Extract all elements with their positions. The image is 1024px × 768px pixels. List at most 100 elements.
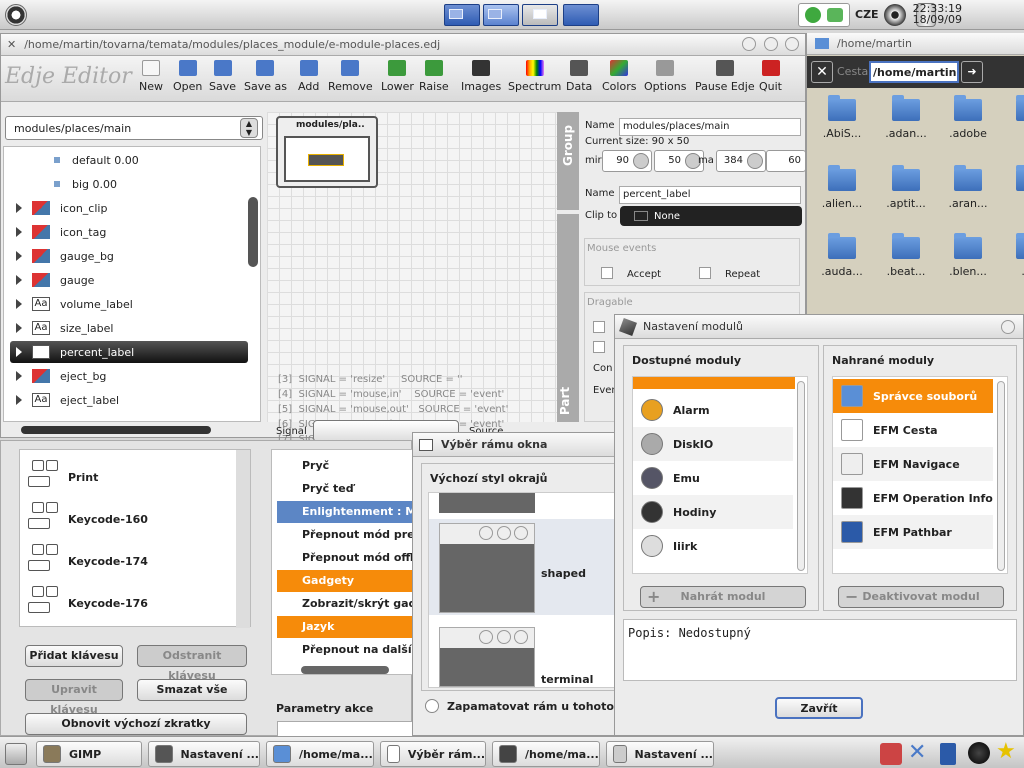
key-binding-row[interactable]: Print xyxy=(24,456,236,498)
tree-row[interactable]: Aa eject_label xyxy=(10,389,248,411)
loaded-module-row[interactable]: EFM Navigace xyxy=(833,447,993,481)
go-arrow-icon[interactable]: ➜ xyxy=(961,61,983,83)
tree-row[interactable]: gauge_bg xyxy=(10,245,248,267)
toolbar-save-button[interactable]: Save xyxy=(209,60,236,93)
action-item[interactable]: Jazyk xyxy=(277,616,413,638)
repeat-checkbox[interactable] xyxy=(699,267,711,279)
action-item[interactable]: Přepnout mód preze xyxy=(277,524,413,546)
loaded-scrollbar[interactable] xyxy=(997,381,1005,571)
toolbar-new-button[interactable]: New xyxy=(139,60,163,93)
chat-icon[interactable] xyxy=(827,8,843,22)
available-module-row[interactable]: DiskIO xyxy=(633,427,793,461)
unload-module-button[interactable]: − Deaktivovat modul xyxy=(838,586,1004,608)
folder-item[interactable]: .auda... xyxy=(811,233,873,278)
tree-row[interactable]: Aa percent_label xyxy=(10,341,248,363)
keyboard-lang[interactable]: CZE xyxy=(855,8,879,21)
pager-desk-1[interactable] xyxy=(444,4,480,26)
tree-row[interactable]: eject_bg xyxy=(10,365,248,387)
taskbar-item[interactable]: Výběr rám... xyxy=(380,741,486,767)
expand-arrow-icon[interactable] xyxy=(16,203,22,213)
load-module-button[interactable]: + Nahrát modul xyxy=(640,586,806,608)
toolbar-lower-button[interactable]: Lower xyxy=(381,60,414,93)
folder-item[interactable]: .a xyxy=(999,95,1024,140)
add-key-button[interactable]: Přidat klávesu xyxy=(25,645,123,667)
tree-row[interactable]: gauge xyxy=(10,269,248,291)
remove-key-button[interactable]: Odstranit klávesu xyxy=(137,645,247,682)
loaded-module-row[interactable]: EFM Operation Info xyxy=(833,481,993,515)
close-button[interactable]: Zavřít xyxy=(775,697,863,719)
network-icon[interactable] xyxy=(805,7,821,23)
tree-scrollbar[interactable] xyxy=(248,197,258,267)
loaded-module-row[interactable]: Správce souborů xyxy=(833,379,993,413)
taskbar-item[interactable]: Nastavení ... xyxy=(148,741,260,767)
design-canvas[interactable]: modules/pla.. [3] SIGNAL = 'resize' SOUR… xyxy=(267,112,557,445)
toolbar-raise-button[interactable]: Raise xyxy=(419,60,449,93)
expand-arrow-icon[interactable] xyxy=(16,323,22,333)
pager-desk-3[interactable] xyxy=(522,4,558,26)
group-name-field[interactable]: modules/places/main xyxy=(619,118,801,136)
folder-item[interactable]: .alien... xyxy=(811,165,873,210)
edje-titlebar[interactable]: ✕ /home/martin/tovarna/temata/modules/pl… xyxy=(1,34,805,56)
group-select[interactable]: modules/places/main ▲ ▼ xyxy=(5,116,263,140)
toolbar-pause-edje-button[interactable]: Pause Edje xyxy=(695,60,755,93)
params-field[interactable] xyxy=(277,721,413,737)
available-module-row[interactable]: Alarm xyxy=(633,393,793,427)
clip-to-select[interactable]: None xyxy=(620,206,802,226)
taskbar-item[interactable]: /home/ma... xyxy=(492,741,600,767)
folder-item[interactable]: .adan... xyxy=(875,95,937,140)
expand-arrow-icon[interactable] xyxy=(16,275,22,285)
available-module-row[interactable]: Iiirk xyxy=(633,529,793,563)
mixer-icon[interactable] xyxy=(884,4,906,26)
drag-y-checkbox[interactable] xyxy=(593,341,605,353)
key-binding-row[interactable]: Keycode-176 xyxy=(24,582,236,624)
folder-item[interactable]: .aptit... xyxy=(875,165,937,210)
close-icon[interactable]: ✕ xyxy=(7,38,16,51)
taskbar-menu-icon[interactable] xyxy=(5,743,27,765)
toolbar-spectrum-button[interactable]: Spectrum xyxy=(508,60,561,93)
pager-desk-4[interactable] xyxy=(563,4,599,26)
drag-x-checkbox[interactable] xyxy=(593,321,605,333)
toolbar-colors-button[interactable]: Colors xyxy=(602,60,636,93)
expand-arrow-icon[interactable] xyxy=(16,227,22,237)
toolbar-options-button[interactable]: Options xyxy=(644,60,686,93)
tray-computer-icon[interactable] xyxy=(880,743,902,765)
max-w-spinner[interactable]: 384 xyxy=(716,150,766,172)
toolbar-open-button[interactable]: Open xyxy=(173,60,202,93)
close-button[interactable] xyxy=(785,37,799,51)
taskbar-item[interactable]: /home/ma... xyxy=(266,741,374,767)
action-item[interactable]: Přepnout mód offlin xyxy=(277,547,413,569)
folder-item[interactable]: .beat... xyxy=(875,233,937,278)
tree-row[interactable]: Aa size_label xyxy=(10,317,248,339)
pager-desk-2[interactable] xyxy=(483,4,519,26)
restore-defaults-button[interactable]: Obnovit výchozí zkratky xyxy=(25,713,247,735)
tree-row[interactable]: icon_clip xyxy=(10,197,248,219)
fm-titlebar[interactable]: /home/martin xyxy=(807,33,1024,55)
minimize-button[interactable] xyxy=(742,37,756,51)
folder-item[interactable]: .adobe xyxy=(937,95,999,140)
tree-row[interactable]: big 0.00 xyxy=(10,173,248,195)
tree-row[interactable]: Aa volume_label xyxy=(10,293,248,315)
loaded-module-row[interactable]: EFM Cesta xyxy=(833,413,993,447)
group-tab[interactable]: Group xyxy=(557,112,579,210)
toolbar-remove-button[interactable]: Remove xyxy=(328,60,373,93)
action-item[interactable]: Pryč xyxy=(277,455,413,477)
toolbar-save-as-button[interactable]: Save as xyxy=(244,60,287,93)
tray-sphere-icon[interactable] xyxy=(968,742,990,764)
expand-arrow-icon[interactable] xyxy=(16,251,22,261)
available-module-row[interactable]: Hodiny xyxy=(633,495,793,529)
toolbar-quit-button[interactable]: Quit xyxy=(759,60,782,93)
toolbar-data-button[interactable]: Data xyxy=(566,60,592,93)
folder-item[interactable]: .blen... xyxy=(937,233,999,278)
accept-checkbox[interactable] xyxy=(601,267,613,279)
folder-item[interactable]: .aran... xyxy=(937,165,999,210)
fm-close-icon[interactable]: ✕ xyxy=(811,61,833,83)
folder-item[interactable]: .b xyxy=(999,165,1024,210)
action-item[interactable]: Gadgety xyxy=(277,570,413,592)
taskbar-item[interactable]: Nastavení ... xyxy=(606,741,714,767)
key-binding-row[interactable]: Keycode-174 xyxy=(24,540,236,582)
action-item[interactable]: Zobrazit/skrýt gadg xyxy=(277,593,413,615)
key-binding-row[interactable]: Keycode-160 xyxy=(24,498,236,540)
preview-window[interactable]: modules/pla.. xyxy=(276,116,378,188)
folder-item[interactable]: .AbiS... xyxy=(811,95,873,140)
toolbar-images-button[interactable]: Images xyxy=(461,60,501,93)
